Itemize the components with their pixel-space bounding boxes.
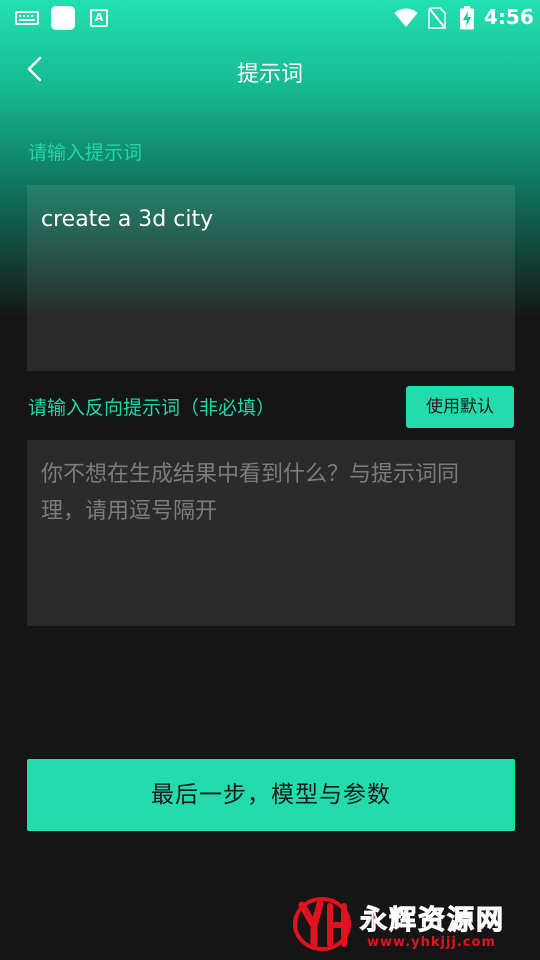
battery-charging-icon: [460, 6, 474, 30]
watermark-url: www.yhkjjj.com: [367, 935, 497, 950]
watermark-title: 永辉资源网: [360, 905, 505, 937]
page-title: 提示词: [236, 62, 303, 87]
use-default-button[interactable]: 使用默认: [406, 386, 514, 428]
watermark-logo: [293, 897, 351, 951]
negative-prompt-label: 请输入反向提示词（非必填）: [28, 397, 276, 419]
prompt-label: 请输入提示词: [28, 142, 143, 164]
app-square-icon: [51, 6, 75, 30]
prompt-input[interactable]: create a 3d city: [27, 185, 515, 371]
keyboard-icon: [15, 11, 39, 25]
negative-prompt-input[interactable]: 你不想在生成结果中看到什么？与提示词同理，请用逗号隔开: [27, 440, 515, 626]
next-step-button[interactable]: 最后一步，模型与参数: [27, 759, 515, 831]
status-time: 4:56: [484, 5, 534, 29]
no-sim-icon: [428, 7, 446, 29]
status-bar: A 4:56: [0, 0, 540, 36]
text-app-icon: A: [90, 9, 108, 27]
wifi-icon: [394, 8, 418, 27]
